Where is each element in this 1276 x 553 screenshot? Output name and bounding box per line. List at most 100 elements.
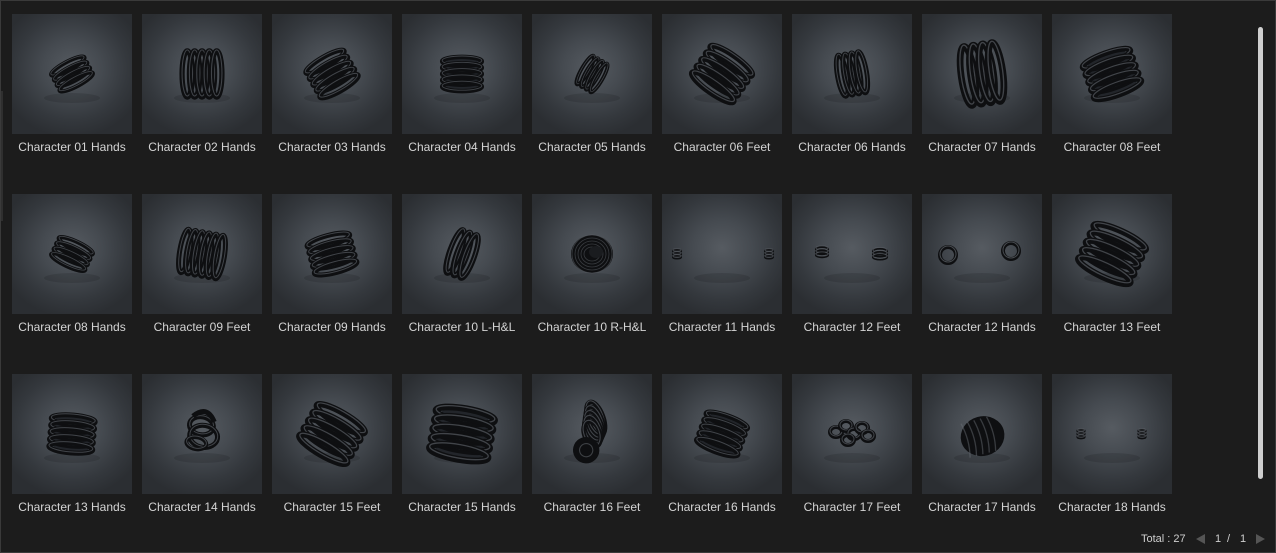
asset-label: Character 12 Feet bbox=[803, 320, 901, 334]
asset-tile[interactable]: Character 12 Feet bbox=[792, 194, 912, 354]
asset-tile[interactable]: Character 06 Hands bbox=[792, 14, 912, 174]
asset-thumbnail[interactable] bbox=[142, 374, 262, 494]
coiled-mesh-preview-icon bbox=[688, 42, 756, 106]
asset-label: Character 10 R-H&L bbox=[537, 320, 647, 334]
asset-label: Character 12 Hands bbox=[928, 320, 1036, 334]
previous-page-arrow-icon[interactable] bbox=[1196, 534, 1205, 544]
asset-label: Character 09 Hands bbox=[278, 320, 386, 334]
asset-tile[interactable]: Character 10 L-H&L bbox=[402, 194, 522, 354]
asset-browser-panel: Character 01 Hands Character 02 Hands Char… bbox=[0, 0, 1276, 553]
asset-thumbnail[interactable] bbox=[922, 14, 1042, 134]
asset-tile[interactable]: Character 03 Hands bbox=[272, 14, 392, 174]
current-page: 1 bbox=[1215, 533, 1222, 545]
asset-tile[interactable]: Character 07 Hands bbox=[922, 14, 1042, 174]
asset-thumbnail[interactable] bbox=[922, 374, 1042, 494]
asset-tile[interactable]: Character 10 R-H&L bbox=[532, 194, 652, 354]
asset-tile[interactable]: Character 14 Hands bbox=[142, 374, 262, 534]
asset-thumbnail[interactable] bbox=[402, 194, 522, 314]
asset-label: Character 04 Hands bbox=[408, 140, 516, 154]
coiled-mesh-preview-icon bbox=[1076, 428, 1147, 463]
asset-tile[interactable]: Character 12 Hands bbox=[922, 194, 1042, 354]
asset-label: Character 08 Hands bbox=[18, 320, 126, 334]
asset-thumbnail[interactable] bbox=[532, 194, 652, 314]
coiled-mesh-preview-icon bbox=[304, 230, 360, 283]
asset-label: Character 06 Feet bbox=[673, 140, 771, 154]
asset-tile[interactable]: Character 02 Hands bbox=[142, 14, 262, 174]
total-count: Total : 27 bbox=[1141, 533, 1186, 545]
coiled-mesh-preview-icon bbox=[174, 48, 230, 103]
coiled-mesh-preview-icon bbox=[44, 412, 100, 463]
asset-label: Character 18 Hands bbox=[1058, 500, 1166, 514]
asset-tile[interactable]: Character 13 Feet bbox=[1052, 194, 1172, 354]
asset-thumbnail[interactable] bbox=[532, 374, 652, 494]
asset-tile[interactable]: Character 01 Hands bbox=[12, 14, 132, 174]
asset-label: Character 05 Hands bbox=[538, 140, 646, 154]
coiled-mesh-preview-icon bbox=[954, 39, 1010, 109]
asset-label: Character 09 Feet bbox=[153, 320, 251, 334]
asset-thumbnail[interactable] bbox=[792, 194, 912, 314]
asset-thumbnail[interactable] bbox=[272, 194, 392, 314]
asset-thumbnail[interactable] bbox=[662, 374, 782, 494]
asset-tile[interactable]: Character 18 Hands bbox=[1052, 374, 1172, 534]
coiled-mesh-preview-icon bbox=[564, 399, 620, 464]
asset-thumbnail[interactable] bbox=[792, 374, 912, 494]
asset-thumbnail[interactable] bbox=[532, 14, 652, 134]
scrollbar-thumb[interactable] bbox=[1258, 27, 1263, 479]
asset-tile[interactable]: Character 11 Hands bbox=[662, 194, 782, 354]
asset-tile[interactable]: Character 16 Hands bbox=[662, 374, 782, 534]
next-page-arrow-icon[interactable] bbox=[1256, 534, 1265, 544]
coiled-mesh-preview-icon bbox=[174, 408, 230, 463]
coiled-mesh-preview-icon bbox=[303, 47, 361, 103]
asset-label: Character 13 Hands bbox=[18, 500, 126, 514]
coiled-mesh-preview-icon bbox=[44, 234, 100, 283]
asset-thumbnail[interactable] bbox=[12, 14, 132, 134]
asset-thumbnail[interactable] bbox=[12, 374, 132, 494]
asset-tile[interactable]: Character 06 Feet bbox=[662, 14, 782, 174]
coiled-mesh-preview-icon bbox=[693, 409, 751, 463]
asset-thumbnail[interactable] bbox=[922, 194, 1042, 314]
coiled-mesh-preview-icon bbox=[564, 53, 620, 103]
asset-tile[interactable]: Character 13 Hands bbox=[12, 374, 132, 534]
asset-label: Character 16 Hands bbox=[668, 500, 776, 514]
asset-thumbnail[interactable] bbox=[1052, 14, 1172, 134]
asset-tile[interactable]: Character 15 Hands bbox=[402, 374, 522, 534]
asset-tile[interactable]: Character 16 Feet bbox=[532, 374, 652, 534]
asset-tile[interactable]: Character 09 Feet bbox=[142, 194, 262, 354]
asset-tile[interactable]: Character 17 Hands bbox=[922, 374, 1042, 534]
asset-thumbnail[interactable] bbox=[1052, 194, 1172, 314]
vertical-scrollbar[interactable] bbox=[1257, 27, 1265, 483]
asset-label: Character 11 Hands bbox=[668, 320, 776, 334]
asset-tile[interactable]: Character 08 Hands bbox=[12, 194, 132, 354]
coiled-mesh-preview-icon bbox=[671, 248, 775, 283]
panel-edge bbox=[1, 91, 3, 221]
asset-tile[interactable]: Character 17 Feet bbox=[792, 374, 912, 534]
page-separator: / bbox=[1227, 533, 1231, 545]
asset-tile[interactable]: Character 08 Feet bbox=[1052, 14, 1172, 174]
coiled-mesh-preview-icon bbox=[564, 234, 620, 283]
coiled-mesh-preview-icon bbox=[174, 226, 230, 283]
asset-thumbnail[interactable] bbox=[662, 194, 782, 314]
asset-tile[interactable]: Character 09 Hands bbox=[272, 194, 392, 354]
thumbnail-grid: Character 01 Hands Character 02 Hands Char… bbox=[12, 14, 1182, 534]
asset-thumbnail[interactable] bbox=[142, 194, 262, 314]
asset-label: Character 06 Hands bbox=[798, 140, 906, 154]
asset-thumbnail[interactable] bbox=[402, 374, 522, 494]
asset-thumbnail[interactable] bbox=[272, 14, 392, 134]
asset-label: Character 07 Hands bbox=[928, 140, 1036, 154]
asset-label: Character 15 Feet bbox=[283, 500, 381, 514]
asset-thumbnail[interactable] bbox=[12, 194, 132, 314]
asset-thumbnail[interactable] bbox=[142, 14, 262, 134]
asset-thumbnail[interactable] bbox=[402, 14, 522, 134]
asset-tile[interactable]: Character 04 Hands bbox=[402, 14, 522, 174]
asset-thumbnail[interactable] bbox=[662, 14, 782, 134]
asset-tile[interactable]: Character 05 Hands bbox=[532, 14, 652, 174]
asset-thumbnail[interactable] bbox=[272, 374, 392, 494]
asset-tile[interactable]: Character 15 Feet bbox=[272, 374, 392, 534]
asset-label: Character 13 Feet bbox=[1063, 320, 1161, 334]
coiled-mesh-preview-icon bbox=[938, 241, 1021, 283]
asset-thumbnail[interactable] bbox=[792, 14, 912, 134]
asset-thumbnail[interactable] bbox=[1052, 374, 1172, 494]
asset-label: Character 16 Feet bbox=[543, 500, 641, 514]
coiled-mesh-preview-icon bbox=[954, 416, 1010, 463]
asset-label: Character 01 Hands bbox=[18, 140, 126, 154]
